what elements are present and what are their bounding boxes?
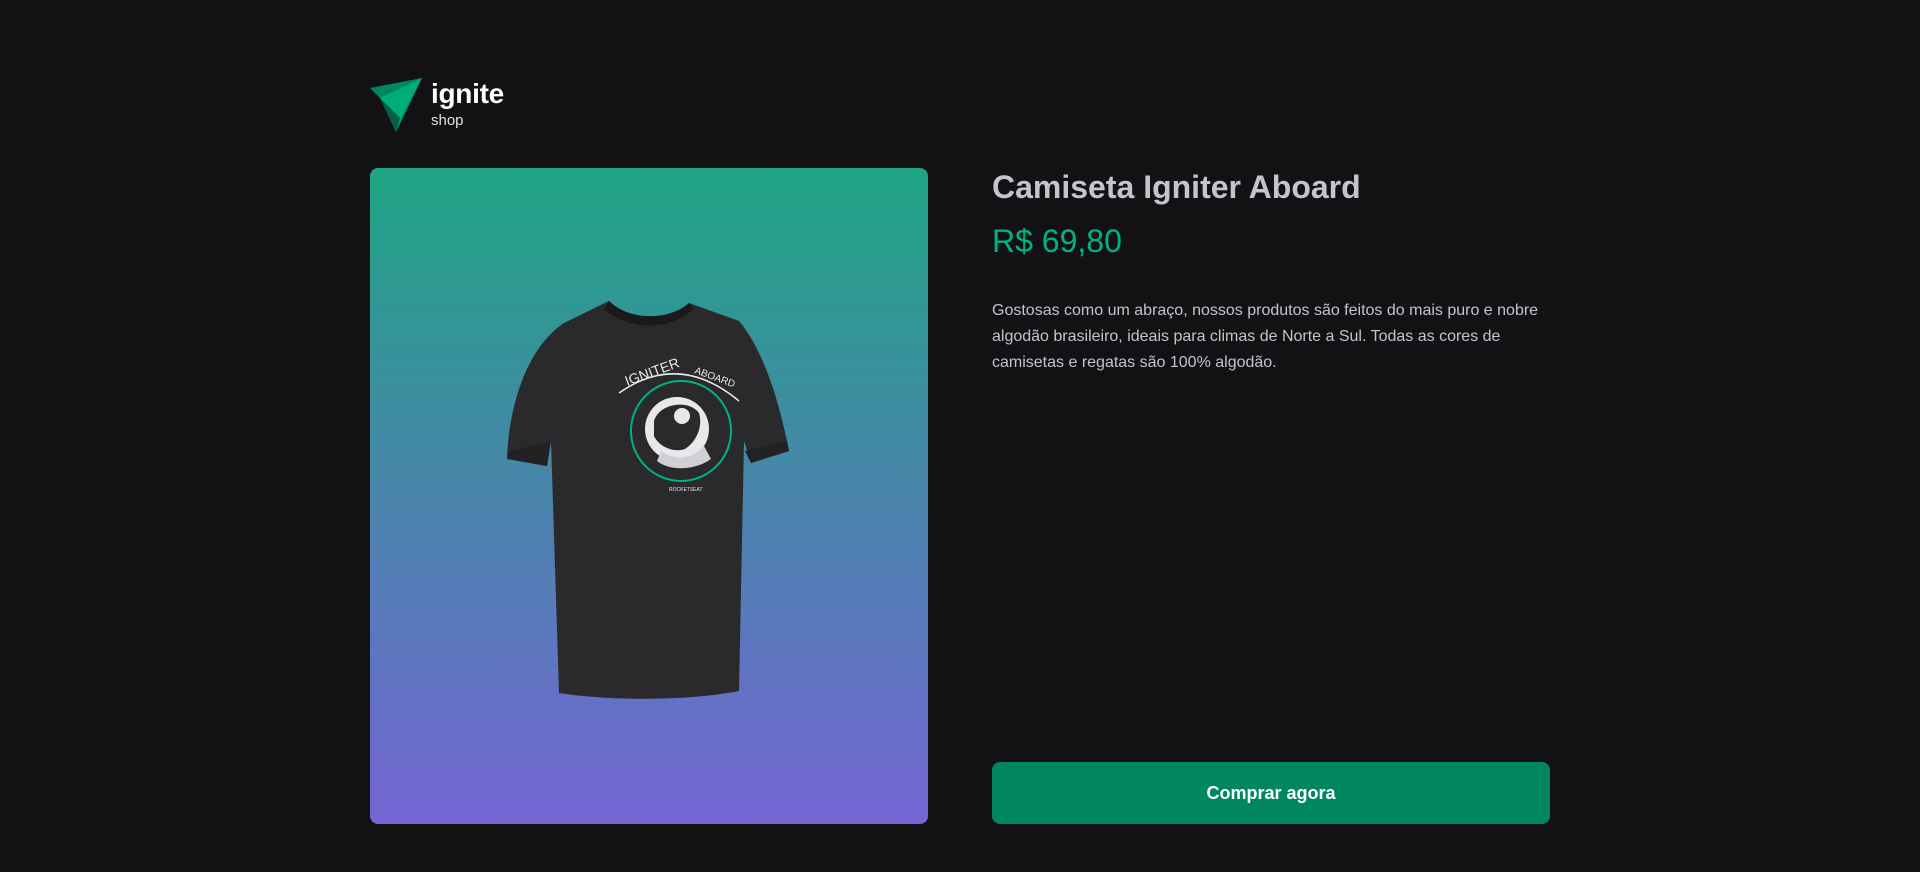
tshirt-image: IGNITER ABOARD ROCKETSEAT (507, 301, 789, 699)
product-price: R$ 69,80 (992, 223, 1122, 259)
product-image-container: IGNITER ABOARD ROCKETSEAT (370, 168, 928, 824)
page: ignite shop IGNITER ABOARD ROCKETSEAT Ca… (0, 0, 1920, 872)
logo-subtitle: shop (431, 112, 464, 129)
product-details: Camiseta Igniter Aboard R$ 69,80 Gostosa… (992, 168, 1550, 824)
logo-text: ignite shop (431, 78, 504, 130)
svg-text:ROCKETSEAT: ROCKETSEAT (669, 487, 703, 493)
buy-now-button[interactable]: Comprar agora (992, 762, 1550, 824)
header: ignite shop (370, 78, 504, 132)
product-title: Camiseta Igniter Aboard (992, 169, 1361, 205)
ignite-logo-icon (370, 78, 422, 132)
logo-title: ignite (431, 78, 504, 109)
product-description: Gostosas como um abraço, nossos produtos… (992, 302, 1539, 371)
